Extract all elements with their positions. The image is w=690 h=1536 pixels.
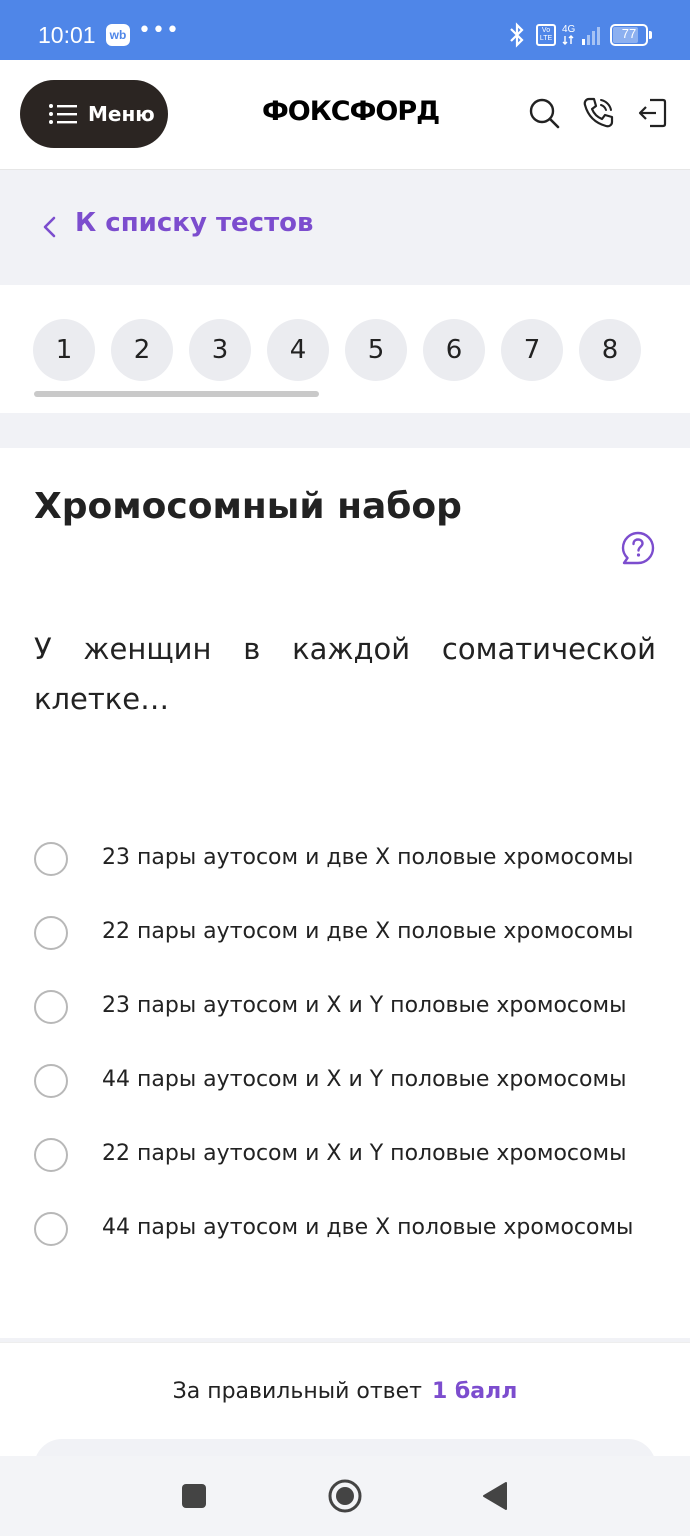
question-number-button[interactable]: 8 [579,319,641,381]
home-icon[interactable] [327,1478,363,1514]
question-number-button[interactable]: 7 [501,319,563,381]
phone-icon[interactable] [581,96,615,130]
horizontal-scrollbar[interactable] [34,391,319,397]
radio-button[interactable] [34,1064,68,1098]
radio-button[interactable] [34,990,68,1024]
score-value: 1 балл [431,1379,518,1404]
back-link-section: К списку тестов [0,170,690,285]
answer-option-label: 44 пары аутосом и X и Y половые хромосом… [102,1067,627,1092]
score-label: За правильный ответ [172,1379,422,1404]
question-number-button[interactable]: 1 [33,319,95,381]
question-navigator: 1 2 3 4 5 6 7 8 [0,285,690,413]
answer-option-label: 22 пары аутосом и X и Y половые хромосом… [102,1141,627,1166]
wb-app-icon: wb [106,24,130,46]
menu-button[interactable]: Меню [20,80,168,148]
network-type: 4G [562,24,576,35]
answer-option[interactable]: 22 пары аутосом и две X половые хромосом… [34,908,664,958]
answer-option[interactable]: 22 пары аутосом и X и Y половые хромосом… [34,1130,664,1180]
question-number-button[interactable]: 2 [111,319,173,381]
score-info: За правильный ответ 1 балл [0,1379,690,1404]
system-nav-bar [0,1456,690,1536]
search-icon[interactable] [527,96,561,130]
question-number-button[interactable]: 3 [189,319,251,381]
answer-footer: За правильный ответ 1 балл [0,1342,690,1479]
radio-button[interactable] [34,916,68,950]
app-header: Меню ФОКСФОРД [0,60,690,170]
help-icon[interactable] [620,530,656,566]
question-card: Хромосомный набор У женщин в каждой сома… [0,448,690,1338]
answer-option-label: 23 пары аутосом и X и Y половые хромосом… [102,993,627,1018]
question-number-button[interactable]: 6 [423,319,485,381]
answer-option[interactable]: 44 пары аутосом и X и Y половые хромосом… [34,1056,664,1106]
radio-button[interactable] [34,1212,68,1246]
answer-option-label: 23 пары аутосом и две X половые хромосом… [102,845,634,870]
list-icon [49,104,77,124]
question-number-button[interactable]: 5 [345,319,407,381]
signal-icon: 4G [562,24,600,45]
answer-option-label: 22 пары аутосом и две X половые хромосом… [102,919,634,944]
logout-icon[interactable] [636,96,670,130]
radio-button[interactable] [34,1138,68,1172]
answer-option[interactable]: 23 пары аутосом и X и Y половые хромосом… [34,982,664,1032]
battery-icon: 77 [610,24,652,46]
menu-label: Меню [88,102,155,126]
answer-option-label: 44 пары аутосом и две X половые хромосом… [102,1215,634,1240]
answer-option[interactable]: 44 пары аутосом и две X половые хромосом… [34,1204,664,1254]
radio-button[interactable] [34,842,68,876]
back-to-tests-link[interactable]: К списку тестов [75,208,313,238]
status-time: 10:01 [38,22,96,48]
recents-icon[interactable] [176,1478,212,1514]
foxford-logo[interactable]: ФОКСФОРД [262,96,440,127]
back-icon[interactable] [478,1478,514,1514]
question-text: У женщин в каждой соматической клетке… [34,632,656,716]
question-number-button[interactable]: 4 [267,319,329,381]
bluetooth-icon [510,22,524,48]
status-bar: 10:01 wb ••• Vo LTE 4G 77 [0,0,690,60]
question-title: Хромосомный набор [34,486,462,527]
answer-option[interactable]: 23 пары аутосом и две X половые хромосом… [34,834,664,884]
battery-level: 77 [621,26,637,41]
chevron-left-icon[interactable] [40,214,60,240]
more-notifications-icon: ••• [138,18,180,43]
volte-icon: Vo LTE [536,24,556,46]
